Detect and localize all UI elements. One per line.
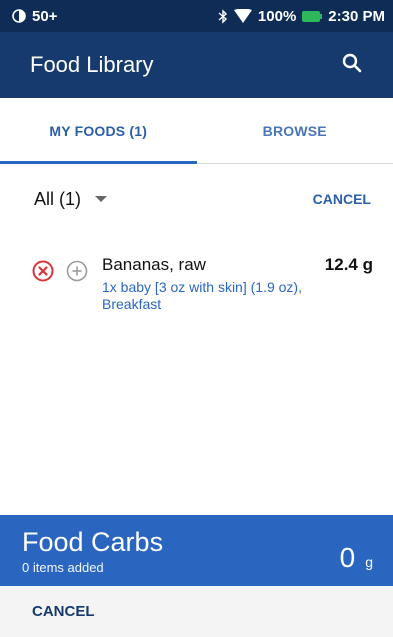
food-serving-detail: 1x baby [3 oz with skin] (1.9 oz), Break…	[102, 279, 302, 312]
app-bar: Food Library	[0, 32, 393, 98]
cancel-button[interactable]: CANCEL	[32, 603, 95, 620]
summary-title: Food Carbs	[22, 526, 164, 557]
list-item[interactable]: Bananas, raw 1x baby [3 oz with skin] (1…	[0, 248, 393, 328]
status-bar: 50+ 100% 2:30 PM	[0, 0, 393, 32]
battery-charging-icon	[302, 10, 323, 22]
page-title: Food Library	[30, 52, 154, 77]
summary-carbs-total: 0	[339, 541, 356, 573]
status-time: 2:30 PM	[328, 7, 385, 25]
status-right: 100% 2:30 PM	[218, 8, 385, 25]
footer: CANCEL	[0, 586, 393, 637]
filter-dropdown[interactable]: All (1)	[34, 188, 108, 210]
summary-unit: g	[365, 553, 373, 570]
search-button[interactable]	[337, 50, 367, 80]
summary-text: Food Carbs 0 items added	[22, 527, 163, 575]
tab-my-foods[interactable]: MY FOODS (1)	[0, 98, 197, 164]
search-icon	[342, 53, 362, 78]
filter-cancel-button[interactable]: CANCEL	[313, 191, 371, 207]
battery-level: 50+	[32, 7, 58, 25]
filter-selected-value: All (1)	[34, 188, 82, 209]
chevron-down-icon	[95, 196, 108, 202]
pump-battery-icon	[12, 9, 26, 23]
tab-browse[interactable]: BROWSE	[197, 98, 393, 163]
summary-value: 0 g	[340, 542, 373, 574]
add-circle-icon[interactable]	[66, 260, 88, 282]
food-carbs-summary: Food Carbs 0 items added 0 g	[0, 515, 393, 586]
summary-subtitle: 0 items added	[22, 559, 104, 575]
food-carbs: 12.4 g	[324, 255, 373, 274]
wifi-icon	[233, 9, 252, 23]
item-text: Bananas, raw 1x baby [3 oz with skin] (1…	[102, 248, 325, 313]
food-name: Bananas, raw	[102, 255, 206, 274]
item-actions	[32, 260, 88, 282]
tab-bar: MY FOODS (1) BROWSE	[0, 98, 393, 164]
filter-row: All (1) CANCEL	[0, 178, 393, 220]
battery-percent: 100%	[257, 7, 297, 25]
remove-circle-icon[interactable]	[32, 260, 54, 282]
bluetooth-icon	[218, 8, 228, 24]
status-left: 50+	[12, 8, 57, 25]
